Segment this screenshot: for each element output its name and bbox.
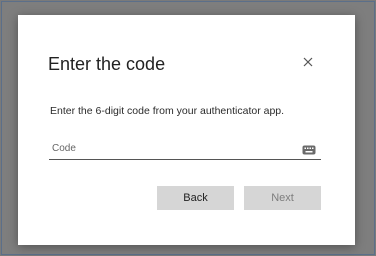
keyboard-icon[interactable]: [302, 142, 316, 155]
code-field: [49, 139, 321, 160]
code-input[interactable]: [49, 139, 292, 158]
close-icon[interactable]: [300, 54, 316, 70]
window-frame: Enter the code Enter the 6-digit code fr…: [1, 1, 375, 255]
back-button[interactable]: Back: [157, 186, 234, 210]
dialog-description: Enter the 6-digit code from your authent…: [50, 105, 285, 117]
dialog-title: Enter the code: [48, 54, 166, 74]
next-button[interactable]: Next: [244, 186, 321, 210]
code-dialog: Enter the code Enter the 6-digit code fr…: [18, 15, 355, 245]
